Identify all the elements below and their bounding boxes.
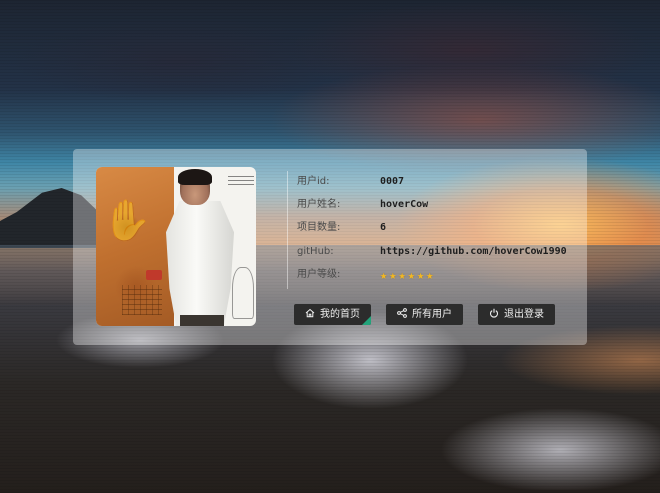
user-name-label: 用户姓名: [297, 199, 341, 210]
vertical-divider [287, 171, 288, 289]
user-name-value: hoverCow [380, 199, 429, 210]
avatar-figure-pants [180, 315, 224, 326]
star-icon: ★ [389, 268, 397, 282]
info-row-user-id: 用户id: 0007 [297, 173, 597, 191]
info-row-github: gitHub: https://github.com/hoverCow1990 [297, 243, 597, 261]
share-icon [397, 308, 407, 318]
home-icon [305, 308, 315, 318]
star-icon: ★ [407, 268, 415, 282]
star-icon: ★ [416, 268, 425, 282]
star-icon: ★ [398, 268, 406, 282]
user-level-label: 用户等级: [297, 269, 341, 280]
home-button-label: 我的首页 [320, 309, 360, 320]
info-row-user-name: 用户姓名: hoverCow [297, 196, 597, 214]
info-row-user-level: 用户等级: ★ ★ ★ ★ ★ ★ [297, 266, 597, 284]
github-value[interactable]: https://github.com/hoverCow1990 [380, 243, 567, 261]
avatar-handprint: ✋ [102, 198, 152, 244]
user-profile-card: ✋ 用户id: 0007 用户姓名: hoverCow 项目数量: 6 gitH… [73, 149, 587, 345]
avatar-caption [228, 175, 254, 185]
home-button[interactable]: 我的首页 [294, 304, 371, 325]
github-label: gitHub: [297, 246, 334, 257]
star-icon: ★ [380, 268, 388, 282]
star-icon: ★ [426, 268, 434, 282]
all-users-button-label: 所有用户 [412, 309, 452, 320]
project-count-value: 6 [380, 222, 387, 233]
active-corner-marker [362, 316, 371, 325]
avatar-logo [146, 270, 162, 280]
user-id-value: 0007 [380, 176, 405, 187]
power-icon [489, 308, 499, 318]
info-row-project-count: 项目数量: 6 [297, 219, 597, 237]
avatar-figure-hair [178, 169, 212, 185]
all-users-button[interactable]: 所有用户 [386, 304, 463, 325]
user-id-label: 用户id: [297, 176, 330, 187]
avatar-sketch [232, 267, 254, 319]
project-count-label: 项目数量: [297, 222, 341, 233]
logout-button[interactable]: 退出登录 [478, 304, 555, 325]
logout-button-label: 退出登录 [504, 309, 544, 320]
user-avatar: ✋ [96, 167, 256, 326]
avatar-calendar [122, 285, 162, 315]
avatar-figure-body [166, 201, 234, 326]
user-level-stars: ★ ★ ★ ★ ★ ★ [380, 266, 433, 284]
